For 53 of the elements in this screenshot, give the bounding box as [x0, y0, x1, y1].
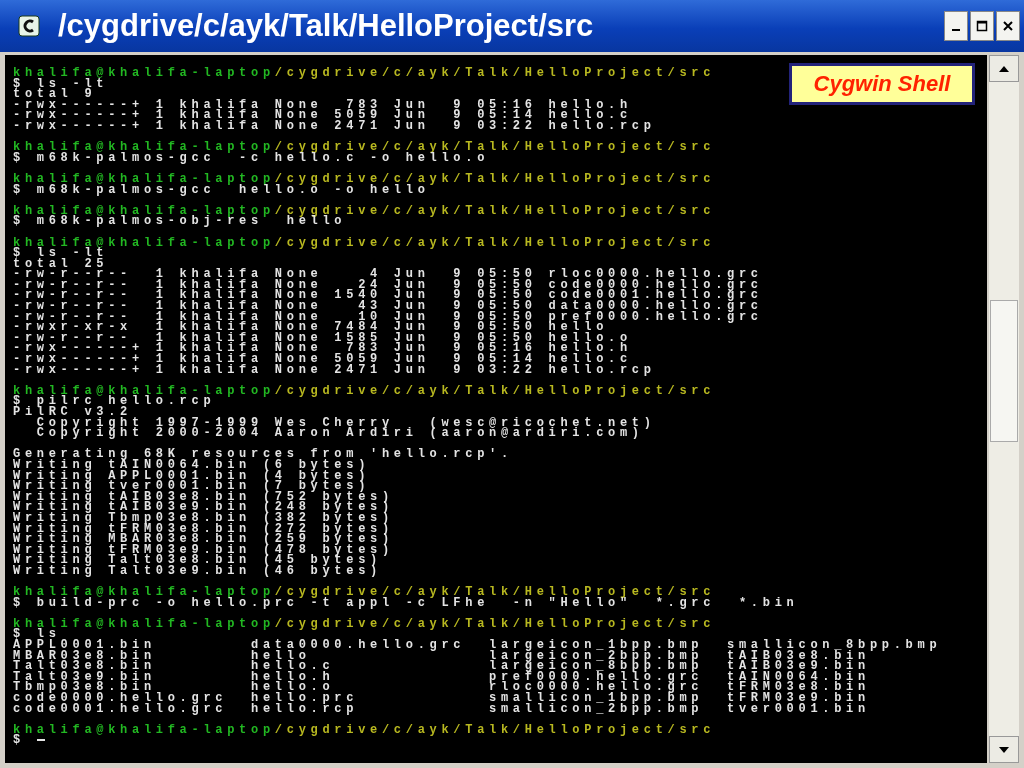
output-line: Writing Tbmp03e8.bin (382 bytes)	[13, 512, 394, 524]
prompt-path: /cygdrive/c/ayk/Talk/HelloProject/src	[274, 616, 716, 631]
prompt-user: khalifa@khalifa-laptop	[13, 66, 275, 80]
output-line: Talt03e8.bin hello.c largeicon_8bpp.bmp tAIB03e9.bin	[13, 661, 870, 672]
output-line: Writing Talt03e8.bin (45 bytes)	[13, 555, 382, 566]
minimize-icon	[952, 29, 960, 31]
maximize-icon	[976, 20, 988, 32]
command-line: $ build-prc -o hello.prc -t appl -c LFhe -n "Hello" *.grc *.bin	[13, 597, 799, 609]
prompt-path: /cygdrive/c/ayk/Talk/HelloProject/src	[274, 203, 716, 218]
output-line: -rwx------+ 1 khalifa None 5059 Jun 9 05:14 hello.c	[13, 354, 632, 365]
output-line: code0001.hello.grc hello.rcp smallicon_2bpp.bmp tver0001.bin	[13, 703, 870, 715]
up-arrow-icon	[998, 64, 1010, 73]
output-line: -rwx------+ 1 khalifa None 2471 Jun 9 03:22 hello.rcp	[13, 120, 656, 132]
output-line: PilRC v3.2	[13, 407, 132, 418]
terminal-icon	[18, 15, 40, 37]
output-line: Writing tAIN0064.bin (6 bytes)	[13, 459, 371, 471]
output-line: APPL0001.bin data0000.hello.grc largeicon_1bpp.bmp smallicon_8bpp.bmp	[13, 640, 942, 651]
output-line: code0000.hello.grc hello.prc smallicon_1bpp.bmp tFRM03e9.bin	[13, 693, 870, 704]
output-line: -rwx------+ 1 khalifa None 5059 Jun 9 05:14 hello.c	[13, 110, 632, 121]
command-line: $ m68k-palmos-gcc hello.o -o hello	[13, 184, 430, 196]
cygwin-shell-label: Cygwin Shell	[789, 63, 975, 105]
prompt-path: /cygdrive/c/ayk/Talk/HelloProject/src	[274, 235, 716, 250]
prompt-path: /cygdrive/c/ayk/Talk/HelloProject/src	[274, 171, 716, 186]
maximize-button[interactable]	[970, 11, 994, 41]
output-line: total 9	[13, 89, 97, 100]
close-button[interactable]	[996, 11, 1020, 41]
command-line: $ m68k-palmos-obj-res hello	[13, 216, 347, 227]
output-line: -rw-r--r-- 1 khalifa None 4 Jun 9 05:50 rloc0000.hello.grc	[13, 269, 763, 280]
output-line: Writing MBAR03e8.bin (259 bytes)	[13, 534, 394, 545]
window-title: /cygdrive/c/ayk/Talk/HelloProject/src	[58, 8, 595, 44]
output-line: -rwx------+ 1 khalifa None 2471 Jun 9 03:22 hello.rcp	[13, 364, 656, 376]
command-line: $ pilrc hello.rcp	[13, 396, 216, 407]
output-line: Writing tAIB03e9.bin (248 bytes)	[13, 502, 394, 513]
command-line: $ ls -lt	[13, 248, 109, 259]
prompt-user: khalifa@khalifa-laptop	[13, 171, 275, 186]
output-line: total 25	[13, 258, 109, 270]
scroll-up-button[interactable]	[989, 55, 1019, 82]
output-line: -rw-r--r-- 1 khalifa None 43 Jun 9 05:50 data0000.hello.grc	[13, 301, 763, 312]
minimize-button[interactable]	[944, 11, 968, 41]
close-icon	[1002, 20, 1014, 32]
prompt-path: /cygdrive/c/ayk/Talk/HelloProject/src	[274, 66, 716, 80]
command-line: $ m68k-palmos-gcc -c hello.c -o hello.o	[13, 152, 490, 164]
scroll-down-button[interactable]	[989, 736, 1019, 763]
scrollbar[interactable]	[989, 55, 1019, 763]
prompt-path: /cygdrive/c/ayk/Talk/HelloProject/src	[274, 383, 716, 398]
output-line: Copyright 2000-2004 Aaron Ardiri (aaron@ardiri.com)	[35, 428, 644, 439]
down-arrow-icon	[998, 745, 1010, 754]
output-line: -rwxr-xr-x 1 khalifa None 7484 Jun 9 05:50 hello	[13, 322, 609, 333]
command-line: $	[13, 733, 25, 748]
output-line: Generating 68K resources from 'hello.rcp'.	[13, 449, 513, 460]
output-line: Writing Talt03e9.bin (46 bytes)	[13, 565, 382, 577]
prompt-path: /cygdrive/c/ayk/Talk/HelloProject/src	[274, 722, 716, 737]
scroll-thumb[interactable]	[990, 300, 1018, 442]
